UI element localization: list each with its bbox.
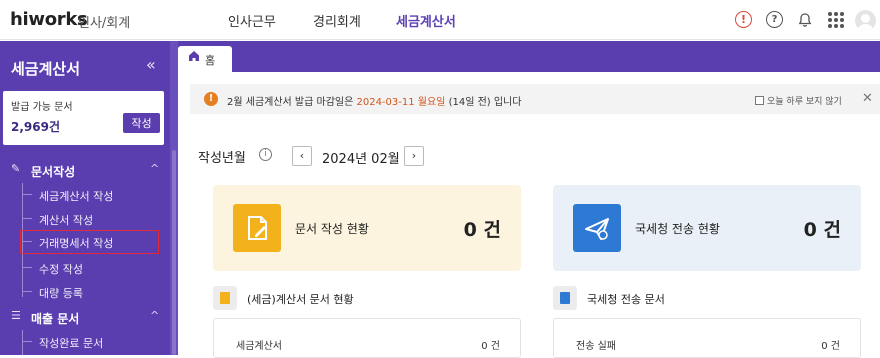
invoice-status-list: 세금계산서 0 건 [213,318,521,358]
app-logo-subtitle: 인사/회계 [78,16,131,31]
warning-icon: ! [204,92,218,106]
list-item[interactable]: 세금계산서 [236,337,282,352]
list-item[interactable]: 전송 실패 [576,337,616,352]
nav-hr[interactable]: 인사근무 [228,11,276,30]
list-item-value: 0 건 [821,341,840,352]
period-label: 작성년월 [198,151,246,166]
document-status-card[interactable]: 문서 작성 현황 0 건 [213,185,521,271]
document-write-icon [233,204,281,252]
hide-today-checkbox[interactable]: 오늘 하루 보지 않기 [755,94,842,107]
write-button[interactable]: 작성 [123,113,160,133]
top-bar: hiworks 인사/회계 인사근무 경리회계 세금계산서 ! ? [0,0,880,40]
collapse-sidebar-icon[interactable]: « [146,55,156,74]
sidebar: 세금계산서 « 발급 가능 문서 2,969건 작성 ✎ 문서작성 ^ 세금계산… [0,41,170,355]
nts-transmission-card[interactable]: 국세청 전송 현황 0 건 [553,185,861,271]
bell-icon[interactable] [795,10,815,30]
info-icon[interactable]: i [259,148,272,161]
prev-month-button[interactable]: ‹ [292,146,312,166]
sidebar-item-transaction-statement-write[interactable]: 거래명세서 작성 [20,230,159,254]
alert-icon[interactable]: ! [735,11,752,28]
stat-count: 0 건 [463,219,501,241]
deadline-date: 2024-03-11 월요일 [356,97,446,108]
document-icon [553,286,577,310]
avatar[interactable] [855,10,876,31]
help-icon[interactable]: ? [766,11,783,28]
section-sales-documents[interactable]: ☰ 매출 문서 ^ [0,307,170,327]
sidebar-scroll-thumb[interactable] [172,150,176,355]
invoice-document-status-heading: (세금)계산서 문서 현황 [213,286,513,310]
sidebar-item-completed-documents[interactable]: 작성완료 문서 [22,331,172,353]
tab-home[interactable]: 홈 [178,46,232,72]
issue-card: 발급 가능 문서 2,969건 작성 [3,91,164,145]
tab-bar: 홈 [178,41,880,72]
app-logo[interactable]: hiworks [10,9,88,30]
nav-tax-invoice[interactable]: 세금계산서 [396,11,456,30]
chevron-up-icon: ^ [150,162,160,175]
section-document-write[interactable]: ✎ 문서작성 ^ [0,160,170,180]
deadline-notice: ! 2월 세금계산서 발급 마감일은 2024-03-11 월요일 (14일 전… [190,84,880,114]
checkbox[interactable] [755,96,764,105]
period-value: 2024년 02월 [322,152,400,167]
section-label: 매출 문서 [31,312,80,326]
document-list-icon: ☰ [11,309,21,322]
stat-label: 국세청 전송 현황 [635,222,720,236]
checkbox-label: 오늘 하루 보지 않기 [767,97,842,107]
sidebar-item-amend-write[interactable]: 수정 작성 [22,257,172,279]
chevron-up-icon: ^ [150,309,160,322]
sidebar-item-invoice-write[interactable]: 계산서 작성 [22,208,172,230]
notice-text: 2월 세금계산서 발급 마감일은 2024-03-11 월요일 (14일 전) … [227,97,522,108]
stat-label: 문서 작성 현황 [295,222,369,236]
sidebar-title: 세금계산서 [11,60,81,78]
next-month-button[interactable]: › [404,146,424,166]
document-icon [213,286,237,310]
nts-documents-heading: 국세청 전송 문서 [553,286,853,310]
home-icon [188,50,200,65]
sidebar-item-bulk-upload[interactable]: 대량 등록 [22,281,172,303]
pencil-icon: ✎ [11,162,21,175]
nts-status-list: 전송 실패 0 건 [553,318,861,358]
apps-grid-icon[interactable] [826,10,846,30]
nav-accounting[interactable]: 경리회계 [313,11,361,30]
issue-card-count: 2,969건 [11,120,60,134]
tab-label: 홈 [205,54,216,67]
close-icon[interactable]: ✕ [862,91,873,106]
stat-count: 0 건 [803,219,841,241]
paper-plane-icon [573,204,621,252]
list-item-value: 0 건 [481,341,500,352]
sidebar-item-tax-invoice-write[interactable]: 세금계산서 작성 [22,184,172,206]
issue-card-label: 발급 가능 문서 [11,102,73,113]
section-label: 문서작성 [31,165,76,179]
